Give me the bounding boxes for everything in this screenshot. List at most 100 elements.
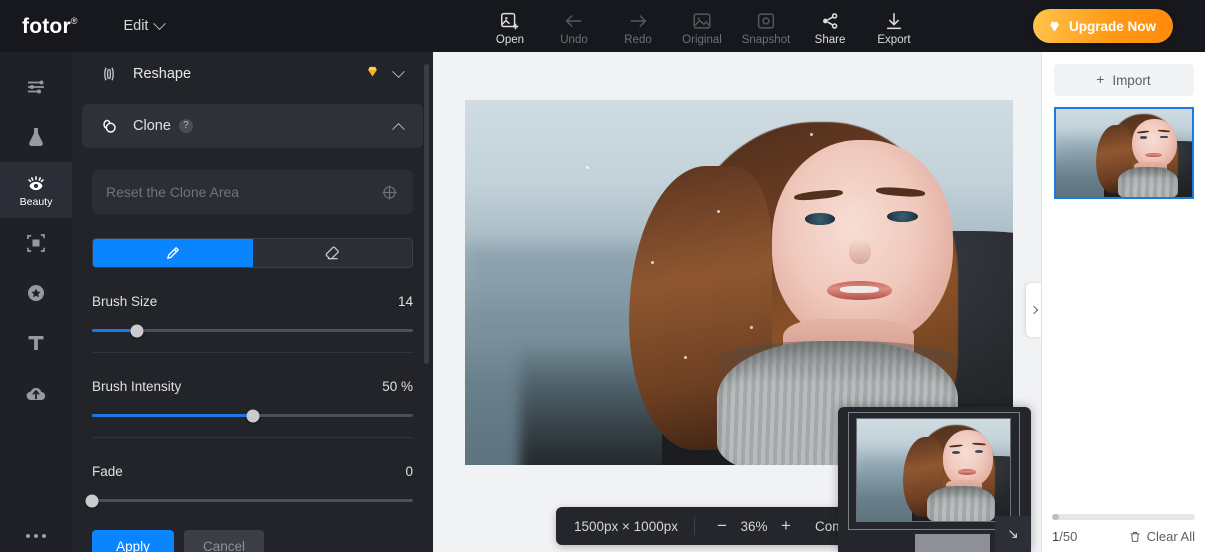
panel-scroll-content: Reshape Clone ? Reset the Clone Area Bru… — [72, 52, 433, 552]
accordion-clone[interactable]: Clone ? — [82, 104, 423, 148]
chevron-right-icon — [1029, 305, 1038, 315]
export-button[interactable]: Export — [862, 5, 926, 47]
fotor-logo[interactable]: fotor ® — [22, 16, 77, 37]
slider-brush-intensity-label: Brush Intensity — [92, 379, 182, 394]
redo-label: Redo — [624, 34, 652, 47]
canvas-area[interactable]: 1500px × 1000px − 36% + Compare — [433, 52, 1041, 552]
export-label: Export — [877, 34, 911, 47]
share-button[interactable]: Share — [798, 5, 862, 47]
status-separator — [693, 517, 695, 535]
image-dimensions-label: 1500px × 1000px — [574, 518, 678, 534]
slider-fade-track[interactable] — [85, 494, 413, 507]
sidebar-item-cloud[interactable] — [0, 368, 72, 418]
plus-icon: + — [1096, 72, 1105, 88]
upgrade-now-label: Upgrade Now — [1068, 18, 1156, 34]
crosshair-target-icon — [382, 185, 397, 199]
slider-brush-size-value: 14 — [397, 294, 413, 309]
share-nodes-icon — [823, 13, 838, 30]
brush-mode-button[interactable] — [93, 239, 253, 267]
panel-scrollbar[interactable] — [424, 64, 429, 364]
navigator-preview-panel[interactable] — [838, 407, 1031, 552]
eraser-mode-button[interactable] — [252, 239, 412, 267]
sidebar-item-sticker[interactable] — [0, 268, 72, 318]
slider-fade-thumb[interactable] — [85, 494, 99, 507]
redo-arrow-icon — [630, 15, 647, 28]
resize-arrow-icon — [1009, 530, 1017, 538]
cancel-button[interactable]: Cancel — [184, 530, 264, 552]
open-button[interactable]: Open — [478, 5, 542, 47]
zoom-out-button[interactable]: − — [711, 516, 733, 536]
library-scrollbar[interactable] — [1052, 514, 1195, 520]
chevron-down-icon — [153, 16, 167, 30]
open-label: Open — [495, 34, 525, 47]
navigator-thumbnail[interactable] — [856, 418, 1011, 522]
slider-brush-size-thumb[interactable] — [130, 324, 144, 337]
cloud-upload-icon — [26, 387, 46, 401]
open-image-icon — [501, 13, 519, 30]
slider-brush-intensity-track[interactable] — [92, 409, 413, 422]
sidebar-item-effects[interactable] — [0, 112, 72, 162]
import-button[interactable]: + Import — [1053, 64, 1194, 96]
panel-divider — [92, 352, 413, 353]
panel-divider — [92, 437, 413, 438]
download-icon — [887, 13, 901, 30]
slider-brush-size-track[interactable] — [92, 324, 413, 337]
sidebar-more-button[interactable] — [0, 534, 72, 538]
sliders-adjust-icon — [28, 80, 44, 94]
eraser-icon — [325, 246, 339, 259]
snapshot-label: Snapshot — [741, 34, 791, 47]
slider-brush-size: Brush Size 14 — [92, 294, 413, 337]
zoom-in-button[interactable]: + — [775, 516, 797, 536]
edit-menu-label: Edit — [123, 18, 149, 34]
sidebar-item-adjust[interactable] — [0, 62, 72, 112]
reshape-premium-badge — [365, 64, 380, 84]
top-tool-group: Open Undo Redo Original Snapshot Share E… — [478, 0, 926, 52]
flask-effects-icon — [29, 128, 43, 147]
sidebar-item-text[interactable] — [0, 318, 72, 368]
import-label: Import — [1112, 72, 1151, 88]
text-t-icon — [28, 336, 44, 350]
sidebar-item-frame[interactable] — [0, 218, 72, 268]
clear-all-button[interactable]: Clear All — [1128, 529, 1195, 544]
edit-menu-button[interactable]: Edit — [123, 16, 167, 34]
clone-circles-icon — [103, 119, 116, 133]
navigator-resize-handle[interactable] — [995, 516, 1031, 552]
library-counter: 1/50 — [1052, 529, 1128, 544]
camera-icon — [757, 13, 775, 29]
sticker-star-icon — [28, 285, 44, 301]
diamond-icon — [1050, 21, 1059, 31]
undo-arrow-icon — [565, 15, 582, 28]
editor-body: Beauty Reshape Clone ? Reset the Clone A… — [0, 52, 1205, 552]
reset-clone-area-label: Reset the Clone Area — [106, 184, 240, 200]
brush-eraser-toggle — [92, 238, 413, 268]
panel-action-buttons: Apply Cancel — [92, 530, 413, 552]
slider-fade-label: Fade — [92, 464, 123, 479]
sidebar-item-beauty[interactable]: Beauty — [0, 162, 72, 218]
original-button[interactable]: Original — [670, 5, 734, 47]
library-footer: 1/50 Clear All — [1042, 514, 1205, 552]
clone-help-icon[interactable]: ? — [178, 119, 193, 133]
reset-clone-area-button[interactable]: Reset the Clone Area — [92, 170, 413, 214]
accordion-reshape-label: Reshape — [133, 66, 192, 82]
slider-brush-intensity-thumb[interactable] — [246, 409, 259, 422]
snapshot-button[interactable]: Snapshot — [734, 5, 798, 47]
fotor-editor-window: fotor ® Edit Open Undo Redo Original Sna… — [0, 0, 1205, 552]
accordion-reshape[interactable]: Reshape — [82, 52, 423, 96]
original-label: Original — [682, 34, 722, 47]
redo-button[interactable]: Redo — [606, 5, 670, 47]
clear-all-label: Clear All — [1146, 529, 1195, 544]
upgrade-now-button[interactable]: Upgrade Now — [1032, 9, 1173, 43]
slider-fade-value: 0 — [405, 464, 413, 479]
left-icon-rail: Beauty — [0, 52, 72, 552]
beauty-settings-panel: Reshape Clone ? Reset the Clone Area Bru… — [72, 52, 433, 552]
apply-button[interactable]: Apply — [92, 530, 174, 552]
slider-brush-intensity-value: 50 % — [382, 379, 413, 394]
photo-library-panel: + Import 1/50 Clear All — [1041, 52, 1205, 552]
eye-beauty-icon — [28, 175, 44, 190]
panel-collapse-handle[interactable] — [1026, 283, 1041, 337]
slider-brush-intensity: Brush Intensity 50 % — [92, 379, 413, 422]
frame-icon — [27, 234, 45, 252]
accordion-clone-label: Clone — [133, 118, 171, 134]
library-thumbnail-selected[interactable] — [1053, 107, 1194, 199]
undo-button[interactable]: Undo — [542, 5, 606, 47]
